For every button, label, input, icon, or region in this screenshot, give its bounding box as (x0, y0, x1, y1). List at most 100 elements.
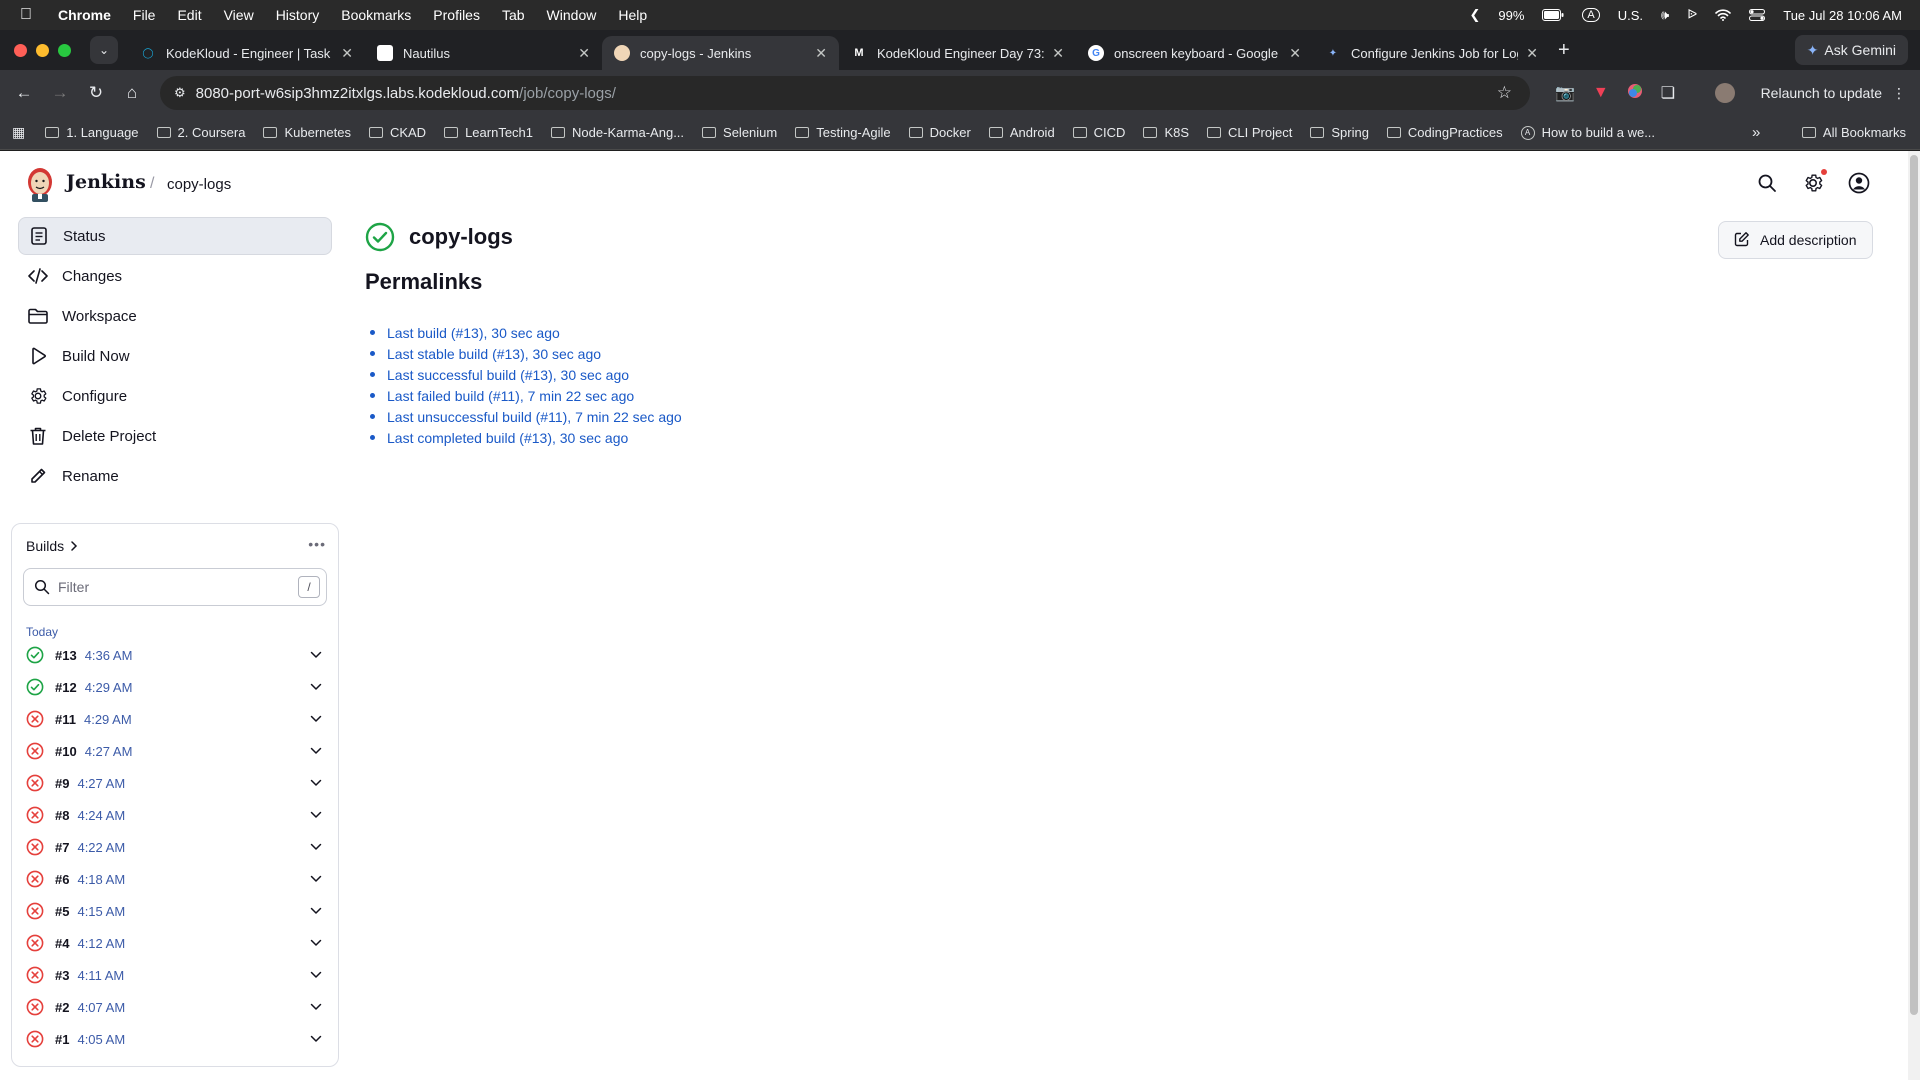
menu-chrome[interactable]: Chrome (58, 7, 111, 23)
new-tab-icon[interactable]: + (1558, 39, 1570, 62)
reload-icon[interactable]: ↻ (78, 83, 114, 103)
build-time[interactable]: 4:27 AM (77, 776, 125, 791)
close-tab-icon[interactable]: ✕ (1052, 45, 1064, 62)
home-icon[interactable]: ⌂ (114, 83, 150, 103)
permalink-last-unsuccessful-build[interactable]: Last unsuccessful build (#11), 7 min 22 … (387, 409, 682, 425)
jenkins-brand[interactable]: Jenkins (66, 171, 146, 193)
build-number[interactable]: #6 (55, 872, 69, 887)
build-number[interactable]: #12 (55, 680, 77, 695)
site-settings-icon[interactable]: ⚙ (174, 85, 186, 101)
back-icon[interactable]: ← (6, 83, 42, 103)
menu-window[interactable]: Window (547, 7, 597, 23)
all-bookmarks[interactable]: All Bookmarks (1801, 125, 1906, 140)
build-time[interactable]: 4:12 AM (77, 936, 125, 951)
permalink-last-build[interactable]: Last build (#13), 30 sec ago (387, 325, 560, 341)
bookmark-folder[interactable]: CICD (1072, 125, 1125, 140)
bookmark-folder[interactable]: Docker (908, 125, 971, 140)
menu-help[interactable]: Help (618, 7, 647, 23)
build-row[interactable]: #7 4:22 AM (12, 831, 338, 863)
build-row[interactable]: #2 4:07 AM (12, 991, 338, 1023)
nav-delete-project[interactable]: Delete Project (18, 417, 332, 455)
apps-grid-icon[interactable]: ▦ (12, 124, 25, 141)
scrollbar-thumb[interactable] (1910, 155, 1918, 1015)
build-number[interactable]: #1 (55, 1032, 69, 1047)
search-icon[interactable] (1755, 171, 1779, 195)
build-row[interactable]: #8 4:24 AM (12, 799, 338, 831)
close-tab-icon[interactable]: ✕ (1526, 45, 1538, 62)
volume-icon[interactable]: 🕪 (1661, 7, 1669, 23)
bookmark-folder[interactable]: Kubernetes (263, 125, 351, 140)
input-source-icon[interactable]: A (1582, 8, 1600, 22)
menu-tab[interactable]: Tab (502, 7, 525, 23)
add-description-button[interactable]: Add description (1718, 221, 1873, 259)
build-number[interactable]: #8 (55, 808, 69, 823)
tab-search-chevron-icon[interactable]: ⌄ (90, 36, 118, 64)
user-account-icon[interactable] (1847, 171, 1871, 195)
permalink-last-completed-build[interactable]: Last completed build (#13), 30 sec ago (387, 430, 628, 446)
gear-icon[interactable] (1801, 169, 1827, 195)
builds-more-icon[interactable]: ••• (308, 536, 326, 552)
build-row[interactable]: #10 4:27 AM (12, 735, 338, 767)
build-number[interactable]: #10 (55, 744, 77, 759)
close-tab-icon[interactable]: ✕ (341, 45, 353, 62)
menu-history[interactable]: History (276, 7, 320, 23)
breadcrumb-job[interactable]: copy-logs (167, 176, 231, 193)
close-tab-icon[interactable]: ✕ (578, 45, 590, 62)
menu-edit[interactable]: Edit (177, 7, 201, 23)
build-number[interactable]: #2 (55, 1000, 69, 1015)
build-row[interactable]: #1 4:05 AM (12, 1023, 338, 1055)
build-row[interactable]: #5 4:15 AM (12, 895, 338, 927)
bookmark-link[interactable]: A How to build a we... (1520, 125, 1655, 140)
close-tab-icon[interactable]: ✕ (1289, 45, 1301, 62)
tab-kodekloud-task[interactable]: ◯ KodeKloud - Engineer | Task ✕ (128, 36, 365, 70)
maximize-window-icon[interactable] (58, 43, 71, 57)
bookmark-folder[interactable]: CLI Project (1207, 125, 1292, 140)
relaunch-button[interactable]: Relaunch to update ⋮ (1714, 78, 1906, 108)
build-row[interactable]: #13 4:36 AM (12, 639, 338, 671)
menu-profiles[interactable]: Profiles (433, 7, 480, 23)
build-row[interactable]: #3 4:11 AM (12, 959, 338, 991)
build-time[interactable]: 4:29 AM (84, 712, 132, 727)
nav-rename[interactable]: Rename (18, 457, 332, 495)
builds-header[interactable]: Builds (26, 538, 78, 554)
permalink-last-failed-build[interactable]: Last failed build (#11), 7 min 22 sec ag… (387, 388, 634, 404)
build-number[interactable]: #7 (55, 840, 69, 855)
bookmark-folder[interactable]: Android (988, 125, 1055, 140)
bookmark-folder[interactable]: K8S (1143, 125, 1189, 140)
build-time[interactable]: 4:36 AM (85, 648, 133, 663)
tab-copy-logs-jenkins[interactable]: copy-logs - Jenkins ✕ (602, 36, 839, 70)
build-time[interactable]: 4:05 AM (77, 1032, 125, 1047)
build-time[interactable]: 4:24 AM (77, 808, 125, 823)
bluetooth-icon[interactable]: ᐉ (1687, 7, 1697, 23)
permalink-last-stable-build[interactable]: Last stable build (#13), 30 sec ago (387, 346, 601, 362)
close-window-icon[interactable] (14, 43, 27, 57)
build-number[interactable]: #9 (55, 776, 69, 791)
chevron-down-icon[interactable] (310, 839, 322, 854)
build-time[interactable]: 4:18 AM (77, 872, 125, 887)
bookmark-folder[interactable]: CodingPractices (1386, 125, 1503, 140)
chevron-down-icon[interactable] (310, 1031, 322, 1046)
build-time[interactable]: 4:22 AM (77, 840, 125, 855)
more-bookmarks-icon[interactable]: » (1752, 124, 1760, 141)
minimize-window-icon[interactable] (36, 43, 49, 57)
bookmark-star-icon[interactable]: ☆ (1497, 83, 1512, 103)
extensions-puzzle-icon[interactable]: ❏ (1661, 83, 1675, 103)
build-time[interactable]: 4:11 AM (77, 968, 124, 983)
profile-avatar[interactable] (1714, 83, 1735, 103)
nav-workspace[interactable]: Workspace (18, 297, 332, 335)
bookmark-folder[interactable]: Spring (1310, 125, 1369, 140)
build-time[interactable]: 4:15 AM (77, 904, 125, 919)
build-row[interactable]: #9 4:27 AM (12, 767, 338, 799)
chevron-down-icon[interactable] (310, 967, 322, 982)
tab-kodekloud-day73[interactable]: M KodeKloud Engineer Day 73: ✕ (839, 36, 1076, 70)
ask-gemini-button[interactable]: ✦ Ask Gemini (1794, 35, 1908, 65)
bookmark-folder[interactable]: 2. Coursera (156, 125, 245, 140)
close-tab-icon[interactable]: ✕ (815, 45, 827, 62)
kebab-menu-icon[interactable]: ⋮ (1892, 85, 1906, 102)
chevron-down-icon[interactable] (310, 647, 322, 662)
build-time[interactable]: 4:29 AM (85, 680, 133, 695)
bookmark-folder[interactable]: Selenium (702, 125, 777, 140)
forward-icon[interactable]: → (42, 83, 78, 103)
build-time[interactable]: 4:27 AM (85, 744, 133, 759)
build-number[interactable]: #4 (55, 936, 69, 951)
